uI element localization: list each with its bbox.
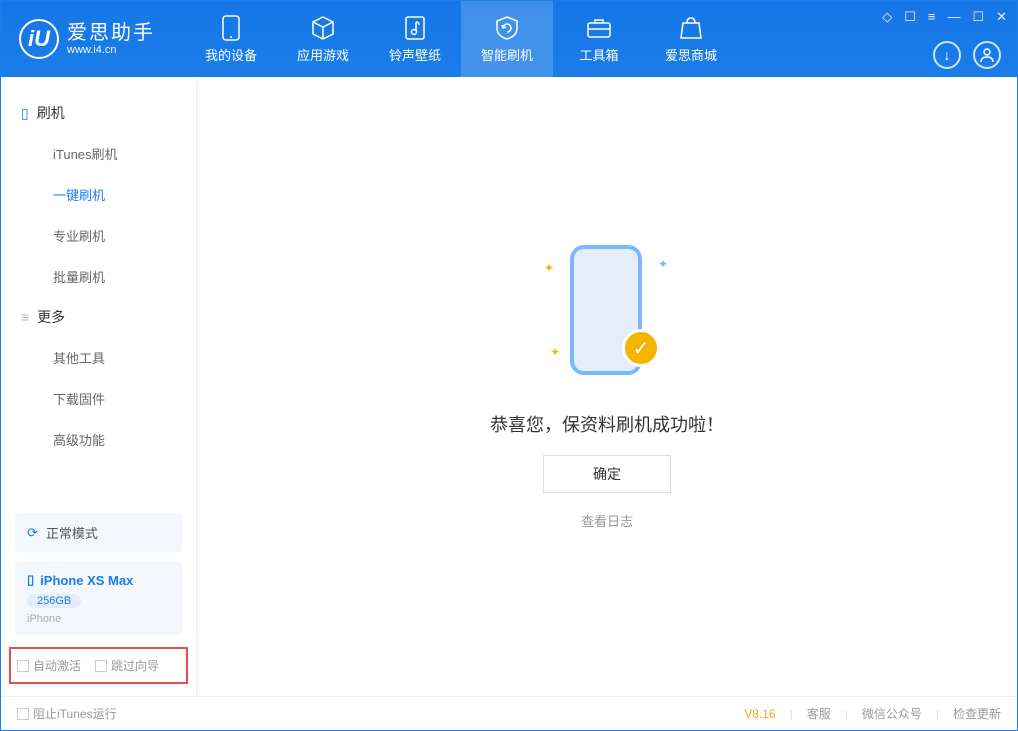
close-button[interactable]: ✕	[996, 9, 1007, 25]
logo-text: 爱思助手 www.i4.cn	[67, 22, 155, 56]
success-illustration: ✦ ✦ ✦ ✓	[542, 243, 672, 393]
tab-ringtones-wallpapers[interactable]: 铃声壁纸	[369, 1, 461, 77]
device-type: iPhone	[27, 613, 170, 625]
spark-icon: ✦	[544, 261, 554, 275]
footer-link-support[interactable]: 客服	[807, 705, 831, 722]
tab-apps-games[interactable]: 应用游戏	[277, 1, 369, 77]
sidebar-item-oneclick-flash[interactable]: 一键刷机	[1, 174, 196, 215]
list-icon: ≡	[21, 309, 29, 325]
tab-label: 智能刷机	[481, 45, 533, 64]
tab-label: 爱思商城	[665, 45, 717, 64]
version-label: V8.16	[744, 707, 775, 721]
checkbox-icon	[17, 708, 29, 720]
checkbox-label: 阻止iTunes运行	[33, 705, 117, 722]
tab-smart-flash[interactable]: 智能刷机	[461, 1, 553, 77]
footer: 阻止iTunes运行 V8.16 | 客服 | 微信公众号 | 检查更新	[1, 696, 1017, 730]
checkbox-icon	[17, 660, 29, 672]
window-controls: ◇ ☐ ≡ — ☐ ✕	[882, 9, 1007, 25]
sidebar-item-advanced[interactable]: 高级功能	[1, 419, 196, 460]
sidebar-item-itunes-flash[interactable]: iTunes刷机	[1, 133, 196, 174]
spark-icon: ✦	[658, 257, 668, 271]
title-bar: iU 爱思助手 www.i4.cn 我的设备 应用游戏 铃声壁纸 智能刷机	[1, 1, 1017, 77]
success-text: 恭喜您，保资料刷机成功啦！	[490, 411, 724, 437]
maximize-button[interactable]: ☐	[972, 9, 984, 25]
tab-label: 我的设备	[205, 45, 257, 64]
checkbox-auto-activate[interactable]: 自动激活	[17, 657, 81, 674]
footer-right: V8.16 | 客服 | 微信公众号 | 检查更新	[744, 705, 1001, 722]
tab-toolbox[interactable]: 工具箱	[553, 1, 645, 77]
check-badge-icon: ✓	[622, 329, 660, 367]
toolbox-icon	[586, 15, 612, 41]
sidebar-item-other-tools[interactable]: 其他工具	[1, 337, 196, 378]
spark-icon: ✦	[550, 345, 560, 359]
device-phone-icon: ▯	[27, 572, 34, 588]
phone-icon: ▯	[21, 105, 29, 122]
mode-icon: ⟳	[27, 525, 38, 541]
checkbox-label: 跳过向导	[111, 657, 159, 674]
sidebar-item-batch-flash[interactable]: 批量刷机	[1, 256, 196, 297]
footer-link-wechat[interactable]: 微信公众号	[862, 705, 922, 722]
menu-icon[interactable]: ≡	[928, 9, 936, 25]
app-subtitle: www.i4.cn	[67, 44, 155, 56]
tab-store[interactable]: 爱思商城	[645, 1, 737, 77]
sidebar-item-download-firmware[interactable]: 下载固件	[1, 378, 196, 419]
minimize-button[interactable]: —	[947, 9, 960, 25]
app-window: iU 爱思助手 www.i4.cn 我的设备 应用游戏 铃声壁纸 智能刷机	[0, 0, 1018, 731]
tab-label: 铃声壁纸	[389, 45, 441, 64]
checkbox-block-itunes[interactable]: 阻止iTunes运行	[17, 705, 117, 722]
ok-button[interactable]: 确定	[543, 455, 671, 493]
logo-icon: iU	[19, 19, 59, 59]
checkbox-label: 自动激活	[33, 657, 81, 674]
checkbox-skip-guide[interactable]: 跳过向导	[95, 657, 159, 674]
device-name-row: ▯ iPhone XS Max	[27, 572, 170, 588]
separator: |	[845, 707, 848, 721]
view-log-link[interactable]: 查看日志	[581, 511, 633, 530]
cube-icon	[310, 15, 336, 41]
device-icon	[218, 15, 244, 41]
main-content: ✦ ✦ ✦ ✓ 恭喜您，保资料刷机成功啦！ 确定 查看日志	[197, 77, 1017, 696]
sidebar-item-pro-flash[interactable]: 专业刷机	[1, 215, 196, 256]
sidebar-group-label: 更多	[37, 307, 65, 327]
sidebar-group-more: ≡ 更多	[1, 297, 196, 337]
music-icon	[402, 15, 428, 41]
mode-label: 正常模式	[46, 523, 98, 542]
device-name: iPhone XS Max	[40, 573, 133, 588]
download-button[interactable]: ↓	[933, 41, 961, 69]
sidebar: ▯ 刷机 iTunes刷机 一键刷机 专业刷机 批量刷机 ≡ 更多 其他工具 下…	[1, 77, 197, 696]
logo: iU 爱思助手 www.i4.cn	[19, 19, 155, 59]
header-right-actions: ↓	[933, 41, 1001, 69]
sidebar-group-flash: ▯ 刷机	[1, 93, 196, 133]
body: ▯ 刷机 iTunes刷机 一键刷机 专业刷机 批量刷机 ≡ 更多 其他工具 下…	[1, 77, 1017, 696]
shield-refresh-icon	[494, 15, 520, 41]
feedback-icon[interactable]: ☐	[904, 9, 916, 25]
bag-icon	[678, 15, 704, 41]
device-box[interactable]: ▯ iPhone XS Max 256GB iPhone	[15, 562, 182, 635]
options-row: 自动激活 跳过向导	[9, 647, 188, 684]
separator: |	[790, 707, 793, 721]
nav-tabs: 我的设备 应用游戏 铃声壁纸 智能刷机 工具箱 爱思商城	[185, 1, 737, 77]
user-button[interactable]	[973, 41, 1001, 69]
footer-left: 阻止iTunes运行	[17, 705, 117, 722]
checkbox-icon	[95, 660, 107, 672]
tab-label: 应用游戏	[297, 45, 349, 64]
footer-link-update[interactable]: 检查更新	[953, 705, 1001, 722]
sidebar-group-label: 刷机	[37, 103, 65, 123]
separator: |	[936, 707, 939, 721]
skin-icon[interactable]: ◇	[882, 9, 892, 25]
mode-box[interactable]: ⟳ 正常模式	[15, 513, 182, 552]
device-capacity: 256GB	[27, 594, 81, 608]
app-name: 爱思助手	[67, 22, 155, 44]
tab-my-device[interactable]: 我的设备	[185, 1, 277, 77]
tab-label: 工具箱	[579, 45, 618, 64]
